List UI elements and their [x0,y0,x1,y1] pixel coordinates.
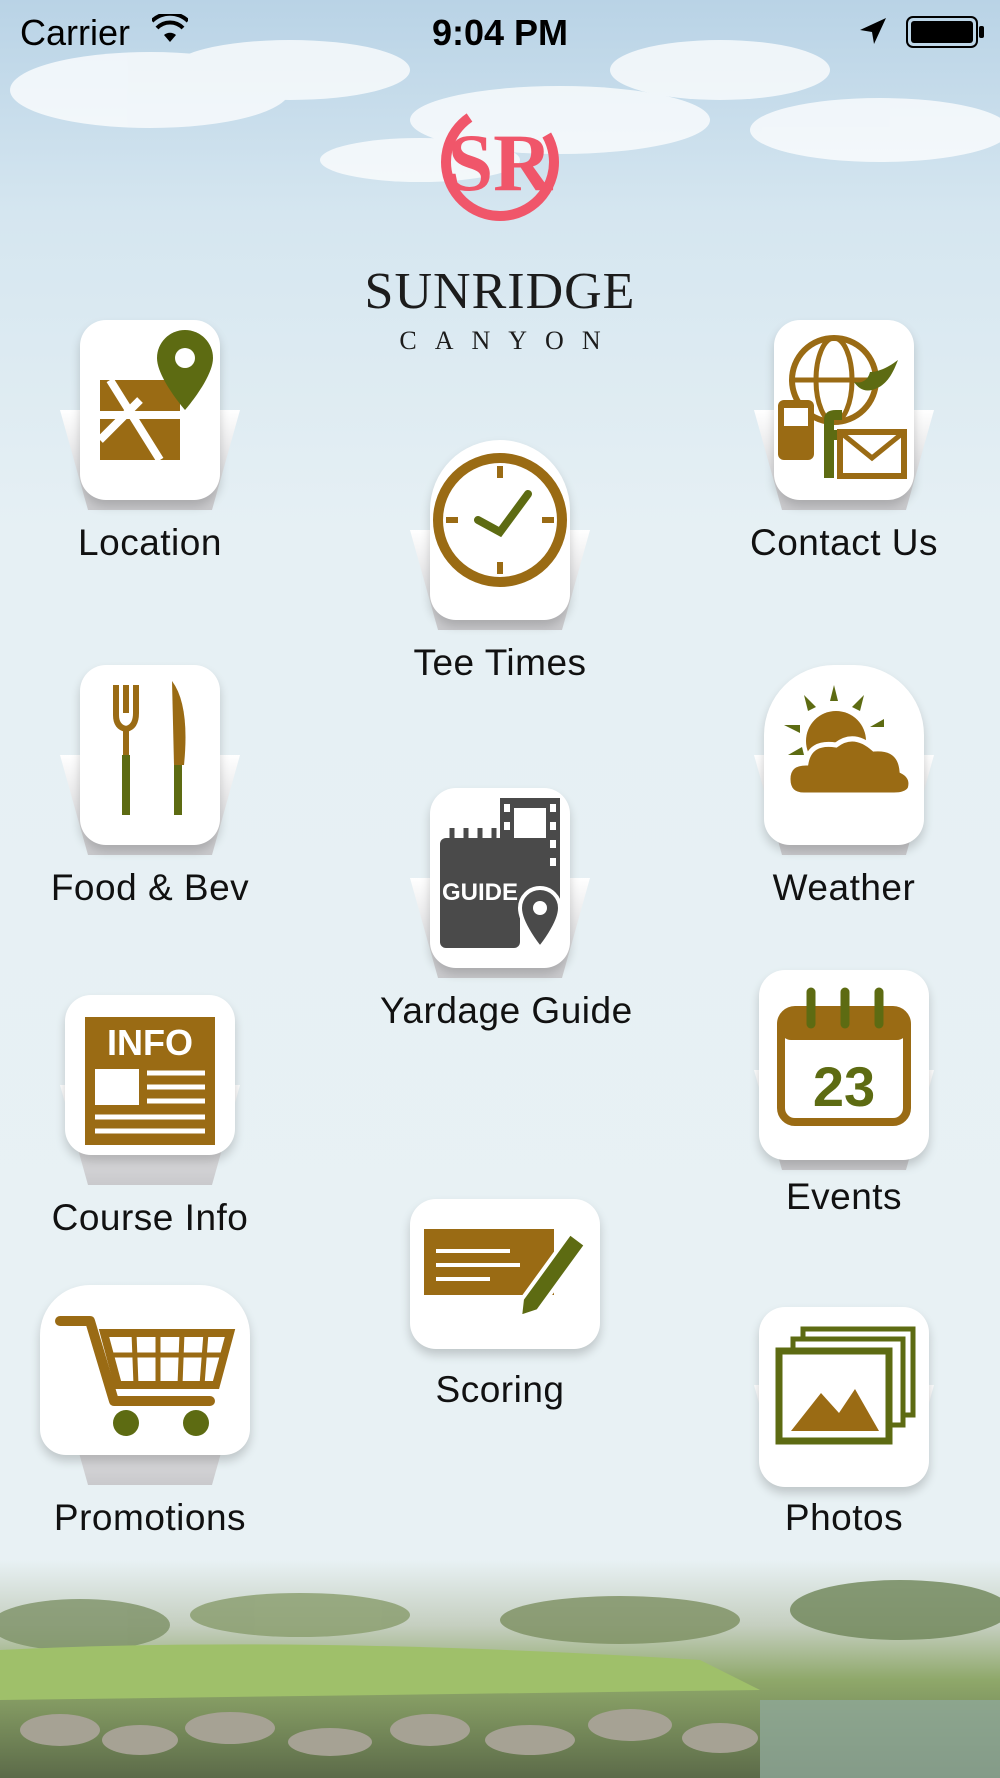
menu-item-promotions[interactable]: Promotions [30,1285,270,1539]
tile-card [774,320,914,500]
battery-icon [906,16,984,48]
menu-item-tee-times[interactable]: Tee Times [380,430,620,684]
menu-item-events[interactable]: 23 Events [724,960,964,1218]
menu-item-weather[interactable]: Weather [724,655,964,909]
clock-time: 9:04 PM [431,12,569,53]
menu-item-food-bev[interactable]: Food & Bev [30,655,270,909]
brand-subname: CANYON [399,326,619,355]
calendar-icon-text: 23 [813,1055,875,1118]
menu-item-location[interactable]: Location [30,310,270,564]
menu-label: Contact Us [749,522,938,563]
map-pin-icon [97,330,213,463]
fork-knife-icon [113,681,186,815]
scorecard-icon [424,1229,589,1320]
menu-item-yardage-guide[interactable]: GUIDE Yardage Guide [380,778,633,1032]
menu-label: Photos [784,1497,904,1538]
brand-name: SUNRIDGE [364,263,636,320]
menu-label: Food & Bev [50,867,250,908]
menu-label: Yardage Guide [380,990,633,1031]
menu-item-course-info[interactable]: INFO Course Info [30,985,270,1239]
contact-icon [778,335,907,479]
menu-label: Scoring [435,1369,565,1410]
tile-card: 23 [759,970,929,1160]
tile-card [759,1307,929,1487]
status-bar: Carrier 9:04 PM [0,0,1000,66]
tile-card [410,1199,600,1349]
photos-icon [775,1326,916,1445]
tile-card [40,1285,250,1455]
menu-label: Tee Times [413,642,587,683]
location-arrow-icon [860,18,886,44]
menu-item-photos[interactable]: Photos [724,1285,964,1539]
menu-label: Events [785,1176,903,1217]
menu-label: Course Info [51,1197,249,1238]
tile-card [764,665,924,845]
tile-card [80,665,220,845]
cart-icon [55,1316,236,1436]
tile-card [430,440,570,620]
info-icon: INFO [85,1017,215,1145]
info-icon-text: INFO [107,1022,193,1063]
monogram-text: SR [448,117,554,208]
brand-logo: SR SUNRIDGE CANYON [350,100,650,360]
menu-label: Location [78,522,222,563]
weather-icon [784,685,914,798]
guide-icon-text: GUIDE [442,879,518,906]
tile-card: GUIDE [430,788,570,968]
monogram-logo: SR [441,103,559,221]
tile-card: INFO [65,995,235,1155]
menu-item-scoring[interactable]: Scoring [380,1185,620,1411]
menu-item-contact-us[interactable]: Contact Us [724,310,964,564]
clock-icon [433,453,567,587]
menu-label: Weather [772,867,916,908]
tile-card [80,320,220,500]
menu-label: Promotions [53,1497,247,1538]
calendar-icon: 23 [777,987,911,1126]
guide-icon: GUIDE [440,798,563,952]
